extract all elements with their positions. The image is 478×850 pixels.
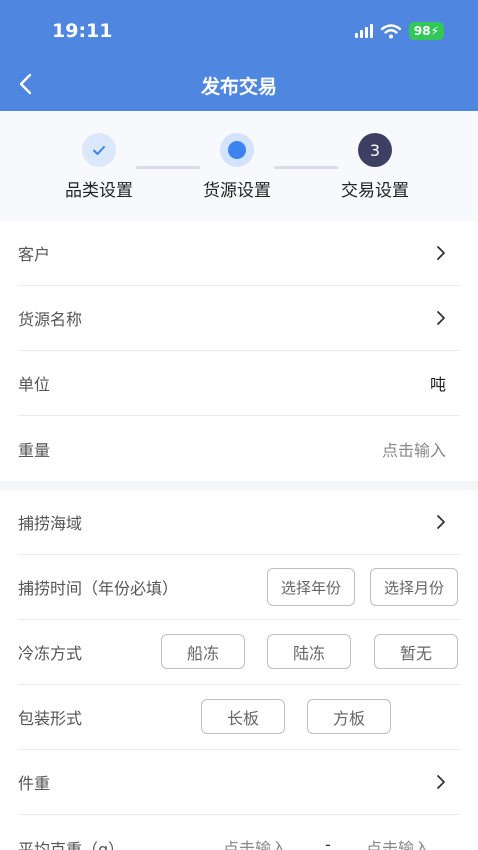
signal-icon [354,24,373,38]
chevron-right-icon [437,311,445,325]
step-source[interactable]: 货源设置 [177,133,297,201]
step-label: 交易设置 [341,181,409,201]
status-time: 19:11 [52,20,113,42]
source-name-label: 货源名称 [18,310,83,329]
select-year-button[interactable]: 选择年份 [267,568,355,606]
step-done-circle [82,133,116,167]
unit-row: 单位 吨 [18,351,460,416]
customer-row[interactable]: 客户 [18,221,460,286]
unit-value: 吨 [429,375,446,394]
wifi-icon [380,23,401,38]
unit-label: 单位 [18,375,51,394]
packaging-label: 包装形式 [18,709,83,728]
sea-area-label: 捕捞海域 [18,514,83,533]
step-current-circle [220,133,254,167]
piece-weight-row[interactable]: 件重 [18,750,460,815]
range-separator: - [325,835,331,850]
avg-weight-label: 平均克重（g） [18,839,125,850]
freeze-option-ship[interactable]: 船冻 [161,634,245,669]
packaging-option-long[interactable]: 长板 [201,699,285,734]
weight-label: 重量 [18,440,51,460]
freeze-label: 冷冻方式 [18,644,83,663]
app-header: 19:11 98⚡ 发布交易 [0,0,478,111]
step-label: 货源设置 [203,181,271,201]
customer-label: 客户 [18,245,51,264]
weight-input[interactable]: 点击输入 [382,416,446,481]
chevron-right-icon [437,775,445,789]
sea-area-row[interactable]: 捕捞海域 [18,490,460,555]
product-detail-card: 捕捞海域 捕捞时间（年份必填） 选择年份 选择月份 冷冻方式 船冻 陆冻 暂无 … [0,490,478,850]
avg-weight-row: 平均克重（g） 点击输入 - 点击输入 [18,815,460,850]
fishing-time-label: 捕捞时间（年份必填） [18,579,179,598]
packaging-option-square[interactable]: 方板 [307,699,391,734]
check-icon [93,145,105,155]
battery-icon: 98⚡ [408,22,444,40]
avg-weight-max-input[interactable]: 点击输入 [366,835,430,850]
packaging-row: 包装形式 长板 方板 [18,685,460,750]
weight-row[interactable]: 重量 点击输入 [18,416,460,481]
freeze-option-land[interactable]: 陆冻 [267,634,351,669]
step-current-dot [228,141,246,159]
basic-info-card: 客户 货源名称 单位 吨 重量 点击输入 [0,221,478,481]
piece-weight-label: 件重 [18,774,51,793]
step-number-circle: 3 [358,133,392,167]
fishing-time-row: 捕捞时间（年份必填） 选择年份 选择月份 [18,555,460,620]
freeze-option-none[interactable]: 暂无 [374,634,458,669]
step-label: 品类设置 [65,181,133,201]
avg-weight-min-input[interactable]: 点击输入 [223,835,287,850]
stepper: 品类设置 货源设置 3 交易设置 [0,111,478,221]
page-title: 发布交易 [200,76,277,98]
source-name-row[interactable]: 货源名称 [18,286,460,351]
step-trade[interactable]: 3 交易设置 [315,133,435,201]
select-month-button[interactable]: 选择月份 [370,568,458,606]
status-icons: 98⚡ [354,22,444,40]
chevron-right-icon [437,246,445,260]
battery-level: 98 [413,24,431,38]
freeze-row: 冷冻方式 船冻 陆冻 暂无 [18,620,460,685]
chevron-right-icon [437,515,445,529]
step-category[interactable]: 品类设置 [39,133,159,201]
